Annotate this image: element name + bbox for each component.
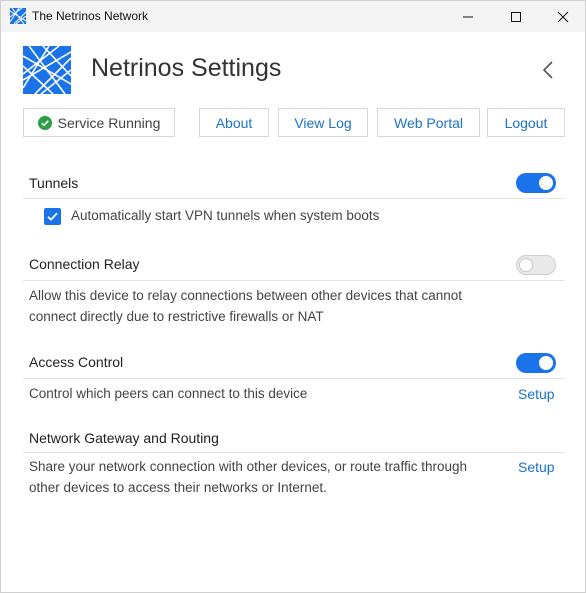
netrinos-logo-icon bbox=[23, 46, 71, 94]
checkmark-icon bbox=[47, 212, 58, 221]
tunnels-title: Tunnels bbox=[29, 175, 79, 191]
relay-toggle[interactable] bbox=[516, 255, 556, 275]
relay-description: Allow this device to relay connections b… bbox=[29, 285, 499, 327]
title-bar[interactable]: The Netrinos Network bbox=[1, 1, 585, 32]
about-button[interactable]: About bbox=[199, 108, 269, 137]
divider bbox=[23, 280, 565, 281]
chevron-left-icon[interactable] bbox=[539, 59, 557, 81]
close-icon bbox=[557, 11, 569, 22]
toggle-knob bbox=[539, 176, 553, 190]
access-toggle[interactable] bbox=[516, 353, 556, 373]
page-title: Netrinos Settings bbox=[91, 54, 282, 82]
access-title: Access Control bbox=[29, 354, 124, 370]
autostart-label: Automatically start VPN tunnels when sys… bbox=[71, 208, 380, 223]
divider bbox=[23, 452, 565, 453]
divider bbox=[23, 378, 565, 379]
autostart-checkbox[interactable] bbox=[44, 208, 61, 225]
relay-description-line2: connect directly due to restrictive fire… bbox=[29, 309, 324, 324]
gateway-description: Share your network connection with other… bbox=[29, 456, 499, 498]
gateway-description-line2: other devices to access their networks o… bbox=[29, 480, 327, 495]
service-status-button[interactable]: Service Running bbox=[23, 108, 175, 137]
relay-title: Connection Relay bbox=[29, 256, 140, 272]
relay-description-line1: Allow this device to relay connections b… bbox=[29, 288, 463, 303]
toggle-knob bbox=[539, 356, 553, 370]
web-portal-button[interactable]: Web Portal bbox=[377, 108, 480, 137]
close-button[interactable] bbox=[540, 1, 586, 32]
window-title: The Netrinos Network bbox=[32, 9, 149, 23]
maximize-icon bbox=[511, 11, 521, 22]
gateway-description-line1: Share your network connection with other… bbox=[29, 459, 467, 474]
tunnels-toggle[interactable] bbox=[516, 173, 556, 193]
view-log-button[interactable]: View Log bbox=[278, 108, 368, 137]
check-circle-icon bbox=[37, 115, 52, 130]
access-description: Control which peers can connect to this … bbox=[29, 386, 308, 401]
maximize-button[interactable] bbox=[493, 1, 539, 32]
minimize-button[interactable] bbox=[445, 1, 491, 32]
gateway-setup-link[interactable]: Setup bbox=[518, 459, 555, 475]
logout-button[interactable]: Logout bbox=[487, 108, 565, 137]
netrinos-small-logo-icon bbox=[10, 8, 26, 24]
service-status-label: Service Running bbox=[57, 114, 161, 131]
access-setup-link[interactable]: Setup bbox=[518, 386, 555, 402]
gateway-title: Network Gateway and Routing bbox=[29, 430, 219, 446]
app-window: The Netrinos Network Netrinos Settings S… bbox=[0, 0, 586, 593]
divider bbox=[23, 198, 565, 199]
toggle-knob bbox=[519, 258, 533, 272]
minimize-icon bbox=[463, 16, 473, 17]
